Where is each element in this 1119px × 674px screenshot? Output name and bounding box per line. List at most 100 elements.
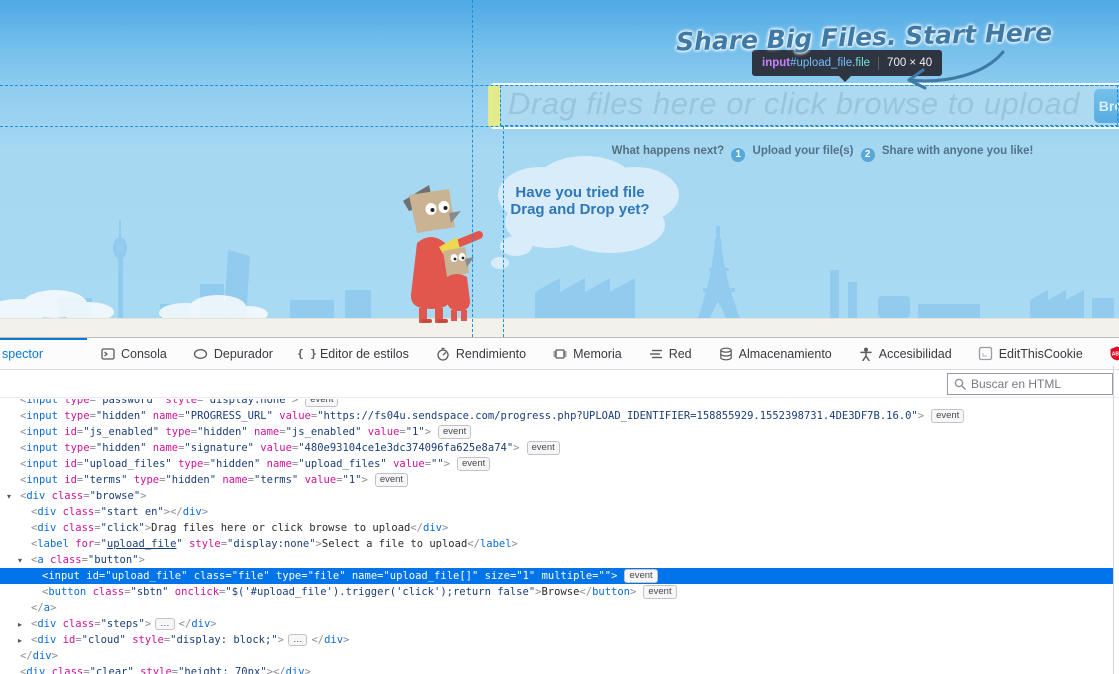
event-badge[interactable]: event: [527, 441, 560, 455]
markup-line-selected[interactable]: <input id="upload_file" class="file" typ…: [0, 568, 1114, 584]
markup-line[interactable]: <label for="upload_file" style="display:…: [0, 536, 1114, 552]
code-token: >: [630, 586, 636, 598]
expander-collapsed-icon[interactable]: ▸: [18, 617, 22, 633]
code-token: type: [276, 570, 301, 582]
code-token: value: [305, 474, 337, 486]
tab-label: EditThisCookie: [999, 347, 1083, 361]
event-badge[interactable]: event: [305, 399, 338, 407]
code-token: div: [423, 522, 442, 534]
markup-line[interactable]: <div class="click">Drag files here or cl…: [0, 520, 1114, 536]
code-token: >: [611, 570, 617, 582]
tab-label: Consola: [121, 347, 167, 361]
tab-performance[interactable]: Rendimiento: [422, 338, 539, 370]
code-token: >: [305, 666, 311, 674]
event-badge[interactable]: event: [931, 409, 964, 423]
code-token: upload_file: [107, 538, 177, 550]
code-token: "click": [101, 522, 145, 534]
code-token: class: [93, 586, 125, 598]
code-token: >: [362, 474, 368, 486]
expander-open-icon[interactable]: ▾: [7, 489, 11, 505]
expander-collapsed-icon[interactable]: ▸: [18, 633, 22, 649]
console-icon: [100, 347, 116, 361]
event-badge[interactable]: event: [438, 425, 471, 439]
step-2-badge: 2: [861, 148, 875, 162]
search-input[interactable]: [971, 377, 1101, 391]
event-badge[interactable]: event: [643, 585, 676, 599]
code-token: >: [513, 442, 519, 454]
code-token: "password": [96, 399, 159, 406]
code-token: for: [75, 538, 94, 550]
markup-line[interactable]: <input id="upload_files" type="hidden" n…: [0, 456, 1114, 472]
event-badge[interactable]: event: [624, 569, 657, 583]
markup-line[interactable]: <button class="sbtn" onclick="$('#upload…: [0, 584, 1114, 600]
markup-line[interactable]: <input id="js_enabled" type="hidden" nam…: [0, 424, 1114, 440]
tab-editthiscookie[interactable]: EditThisCookie: [965, 338, 1096, 370]
code-token: div: [324, 634, 343, 646]
markup-line[interactable]: <input type="hidden" name="signature" va…: [0, 440, 1114, 456]
tab-styleeditor[interactable]: { }Editor de estilos: [286, 338, 422, 370]
code-token: value: [368, 426, 400, 438]
code-token: class: [52, 666, 84, 674]
editthiscookie-icon: [978, 347, 994, 361]
html-search-box[interactable]: [947, 373, 1113, 395]
event-badge[interactable]: event: [375, 473, 408, 487]
code-token: div: [37, 506, 56, 518]
code-token: name: [222, 474, 247, 486]
inspector-toolbar: [0, 370, 1119, 398]
tab-label: spector: [2, 347, 43, 361]
tooltip-separator: [878, 57, 879, 70]
code-token: "PROGRESS_URL": [184, 410, 273, 422]
markup-line[interactable]: ▸<div class="steps">…</div>: [0, 616, 1114, 632]
guide-line-bottom: [0, 126, 1119, 127]
markup-line[interactable]: ▾<div class="browse">: [0, 488, 1114, 504]
collapsed-content-badge[interactable]: …: [288, 634, 308, 646]
styleeditor-icon: { }: [299, 347, 315, 361]
tab-storage[interactable]: Almacenamiento: [705, 338, 845, 370]
code-token: type: [64, 410, 89, 422]
thought-line2: Drag and Drop yet?: [510, 201, 649, 218]
tab-console[interactable]: Consola: [87, 338, 180, 370]
tab-adblockplus[interactable]: ABPAdblock Plus: [1096, 338, 1119, 370]
tab-label: Memoria: [573, 347, 622, 361]
headline-arrow-icon: [885, 46, 1010, 96]
code-token: input: [26, 399, 58, 406]
code-token: type: [178, 458, 203, 470]
code-token: "js_enabled": [286, 426, 362, 438]
code-token: value: [279, 410, 311, 422]
tab-inspector[interactable]: spector: [0, 338, 87, 370]
code-token: "hidden": [165, 474, 216, 486]
tab-label: Rendimiento: [456, 347, 526, 361]
tab-network[interactable]: Red: [635, 338, 705, 370]
expander-open-icon[interactable]: ▾: [18, 553, 22, 569]
code-token: type: [64, 442, 89, 454]
code-token: "hidden": [210, 458, 261, 470]
tab-debugger[interactable]: Depurador: [180, 338, 286, 370]
code-token: onclick: [175, 586, 219, 598]
code-token: "browse": [90, 490, 141, 502]
markup-line[interactable]: <input type="password" style="display:no…: [0, 399, 1114, 408]
markup-line[interactable]: </div>: [0, 648, 1114, 664]
code-token: name: [352, 570, 377, 582]
code-token: name: [153, 442, 178, 454]
markup-line[interactable]: <div class="clear" style="height: 70px">…: [0, 664, 1114, 674]
code-token: class: [63, 506, 95, 518]
code-token: "file": [308, 570, 346, 582]
code-token: Drag files here or click browse to uploa…: [151, 522, 410, 534]
markup-line[interactable]: ▾<a class="button">: [0, 552, 1114, 568]
code-token: >: [444, 458, 450, 470]
markup-line[interactable]: <input id="terms" type="hidden" name="te…: [0, 472, 1114, 488]
tab-accessibility[interactable]: Accesibilidad: [845, 338, 965, 370]
tab-memory[interactable]: Memoria: [539, 338, 635, 370]
search-icon: [954, 378, 967, 391]
event-badge[interactable]: event: [457, 457, 490, 471]
code-token: class: [52, 490, 84, 502]
markup-line[interactable]: <input type="hidden" name="PROGRESS_URL"…: [0, 408, 1114, 424]
markup-line[interactable]: <div class="start en"></div>: [0, 504, 1114, 520]
code-token: class: [50, 554, 82, 566]
code-token: "upload_file": [105, 570, 187, 582]
collapsed-content-badge[interactable]: …: [155, 618, 175, 630]
markup-line[interactable]: </a>: [0, 600, 1114, 616]
thought-line1: Have you tried file: [515, 184, 644, 201]
markup-line[interactable]: ▸<div id="cloud" style="display: block;"…: [0, 632, 1114, 648]
code-token: "upload_file[]": [383, 570, 478, 582]
